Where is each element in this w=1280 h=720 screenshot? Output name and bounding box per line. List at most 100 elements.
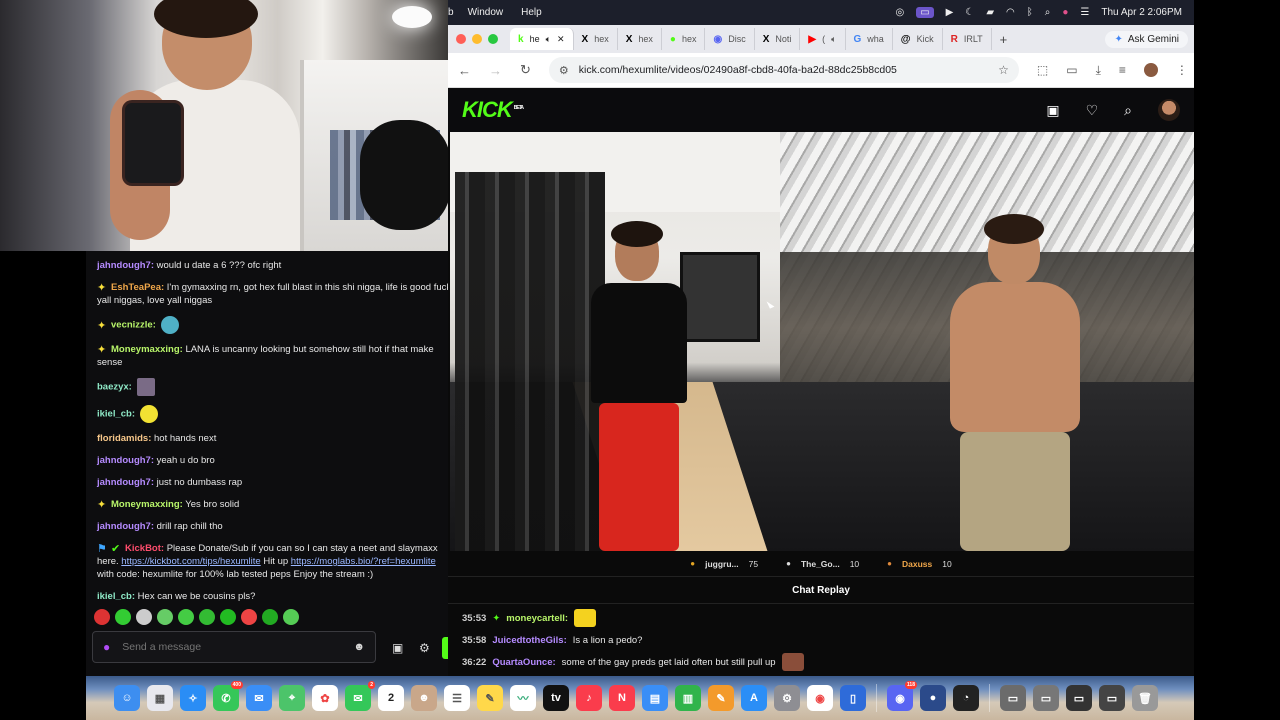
site-info-icon[interactable]: ⚙ <box>559 64 569 77</box>
battery-icon[interactable]: ▰ <box>986 7 994 18</box>
chat-username[interactable]: KickBot: <box>125 543 164 554</box>
pages-icon[interactable]: ✎ <box>708 685 734 711</box>
chat-username[interactable]: QuartaOunce: <box>492 657 555 668</box>
new-tab-button[interactable]: + <box>1000 32 1008 47</box>
heart-icon[interactable]: ♡ <box>1086 102 1099 119</box>
reading-list-icon[interactable]: ≡ <box>1119 63 1126 77</box>
leaderboard-entry[interactable]: ● juggru... 75 <box>690 559 758 569</box>
emote-icon[interactable] <box>283 609 299 625</box>
system-settings-icon[interactable]: ⚙ <box>774 685 800 711</box>
chrome-icon[interactable]: ◉ <box>807 685 833 711</box>
tab-youtube[interactable]: ▶ (🔈︎ <box>800 28 846 50</box>
menubar-clock[interactable]: Thu Apr 2 2:06PM <box>1101 7 1182 18</box>
launchpad-icon[interactable]: ▦ <box>147 685 173 711</box>
safari-icon[interactable]: ✧ <box>180 685 206 711</box>
close-tab-icon[interactable]: ✕ <box>557 34 565 45</box>
moglabs-link[interactable]: https://moglabs.bio/?ref=hexumlite <box>291 556 436 567</box>
message-input[interactable] <box>122 641 354 653</box>
profile-avatar[interactable] <box>1143 63 1158 77</box>
keynote-icon[interactable]: ▤ <box>642 685 668 711</box>
tab-x-2[interactable]: Xhex <box>618 28 662 50</box>
emoji-icon[interactable]: ☻ <box>353 641 365 653</box>
microphone-icon[interactable]: ● <box>103 640 110 654</box>
leaderboard-entry[interactable]: ● The_Go... 10 <box>786 559 859 569</box>
apple-tv-icon[interactable]: tv <box>543 685 569 711</box>
bluetooth-icon[interactable]: ᛒ <box>1027 7 1033 18</box>
emote-icon[interactable] <box>178 609 194 625</box>
wifi-icon[interactable]: ◠ <box>1006 7 1015 18</box>
speaker-icon[interactable]: 🔈︎ <box>831 34 836 45</box>
chat-username[interactable]: Moneymaxxing: <box>111 499 183 510</box>
user-avatar[interactable] <box>1158 99 1180 121</box>
kick-logo[interactable]: KICK BETA <box>462 97 524 123</box>
whatsapp-icon[interactable]: ✆ 400 <box>213 681 243 711</box>
emote-icon[interactable] <box>220 609 236 625</box>
tab-kick-3[interactable]: @ Kick <box>893 28 943 50</box>
screen-share-icon[interactable]: ◎ <box>895 7 904 18</box>
trash-icon[interactable]: 🗑︎ <box>1132 685 1158 711</box>
app-store-icon[interactable]: A <box>741 685 767 711</box>
obs-icon[interactable]: ● <box>920 685 946 711</box>
chat-username[interactable]: vecnizzle: <box>111 320 156 331</box>
moon-icon[interactable]: ☾ <box>965 7 974 18</box>
tab-kick-2[interactable]: ● hex <box>662 28 706 50</box>
chat-username[interactable]: floridamids: <box>97 433 151 444</box>
activity-monitor-icon[interactable]: ◔ <box>953 685 979 711</box>
leaderboard-entry[interactable]: ● Daxuss 10 <box>887 559 952 569</box>
download-icon[interactable]: ⤓ <box>1096 63 1101 78</box>
emote-icon[interactable] <box>157 609 173 625</box>
chat-username[interactable]: Moneymaxxing: <box>111 344 183 355</box>
tab-google[interactable]: Gwha <box>846 28 893 50</box>
gift-icon[interactable]: ▣ <box>392 641 403 655</box>
freeform-icon[interactable]: 〰 <box>510 685 536 711</box>
chat-username[interactable]: baezyx: <box>97 382 132 393</box>
finder-icon[interactable]: ☺ <box>114 685 140 711</box>
music-icon[interactable]: ♪ <box>576 685 602 711</box>
menu-item-partial[interactable]: b <box>448 7 454 18</box>
chat-username[interactable]: JuicedtotheGils: <box>492 635 566 646</box>
bookmark-star-icon[interactable]: ☆ <box>998 63 1009 77</box>
photos-icon[interactable]: ✿ <box>312 685 338 711</box>
menu-window[interactable]: Window <box>468 7 504 18</box>
messages-icon[interactable]: ✉ 2 <box>345 681 375 711</box>
minimize-window-button[interactable] <box>472 34 482 44</box>
emote-icon[interactable] <box>94 609 110 625</box>
tab-kick-active[interactable]: k he 🔈︎ ✕ <box>510 28 574 50</box>
chat-username[interactable]: EshTeaPea: <box>111 282 164 293</box>
url-text[interactable]: kick.com/hexumlite/videos/02490a8f-cbd8-… <box>579 64 897 76</box>
menu-kebab-icon[interactable]: ⋮ <box>1176 63 1188 77</box>
tab-x-1[interactable]: Xhex <box>574 28 618 50</box>
news-icon[interactable]: N <box>609 685 635 711</box>
contacts-icon[interactable]: ☻ <box>411 685 437 711</box>
minimized-window-icon[interactable]: ▭ <box>1033 685 1059 711</box>
minimized-window-icon[interactable]: ▭ <box>1066 685 1092 711</box>
chat-username[interactable]: ikiel_cb: <box>97 591 135 602</box>
screen-record-icon[interactable]: ▭ <box>916 7 934 18</box>
chat-username[interactable]: jahndough7: <box>97 260 154 271</box>
chat-username[interactable]: jahndough7: <box>97 477 154 488</box>
cast-icon[interactable]: ▭ <box>1066 63 1077 77</box>
tip-link[interactable]: https://kickbot.com/tips/hexumlite <box>121 556 260 567</box>
notes-icon[interactable]: ✎ <box>477 685 503 711</box>
speaker-icon[interactable]: 🔈︎ <box>546 34 551 45</box>
discord-icon[interactable]: ◉ 118 <box>887 681 917 711</box>
play-icon[interactable]: ▶ <box>946 7 954 18</box>
reminders-icon[interactable]: ☰ <box>444 685 470 711</box>
chat-username[interactable]: jahndough7: <box>97 521 154 532</box>
emote-icon[interactable] <box>136 609 152 625</box>
browse-icon[interactable]: ▣ <box>1046 102 1059 119</box>
maps-icon[interactable]: ⌖ <box>279 685 305 711</box>
mail-icon[interactable]: ✉ <box>246 685 272 711</box>
close-window-button[interactable] <box>456 34 466 44</box>
reload-button[interactable]: ↻ <box>520 62 531 78</box>
control-center-icon[interactable]: ☰ <box>1080 7 1089 18</box>
tab-discord[interactable]: ◉ Disc <box>705 28 755 50</box>
minimized-window-icon[interactable]: ▭ <box>1099 685 1125 711</box>
emote-icon[interactable] <box>115 609 131 625</box>
zoom-window-button[interactable] <box>488 34 498 44</box>
gear-icon[interactable]: ⚙ <box>419 641 430 655</box>
ask-gemini-button[interactable]: ✦ Ask Gemini <box>1105 30 1188 48</box>
chat-username[interactable]: ikiel_cb: <box>97 409 135 420</box>
calendar-icon[interactable]: 2 <box>378 685 404 711</box>
preview-icon[interactable]: ▯ <box>840 685 866 711</box>
